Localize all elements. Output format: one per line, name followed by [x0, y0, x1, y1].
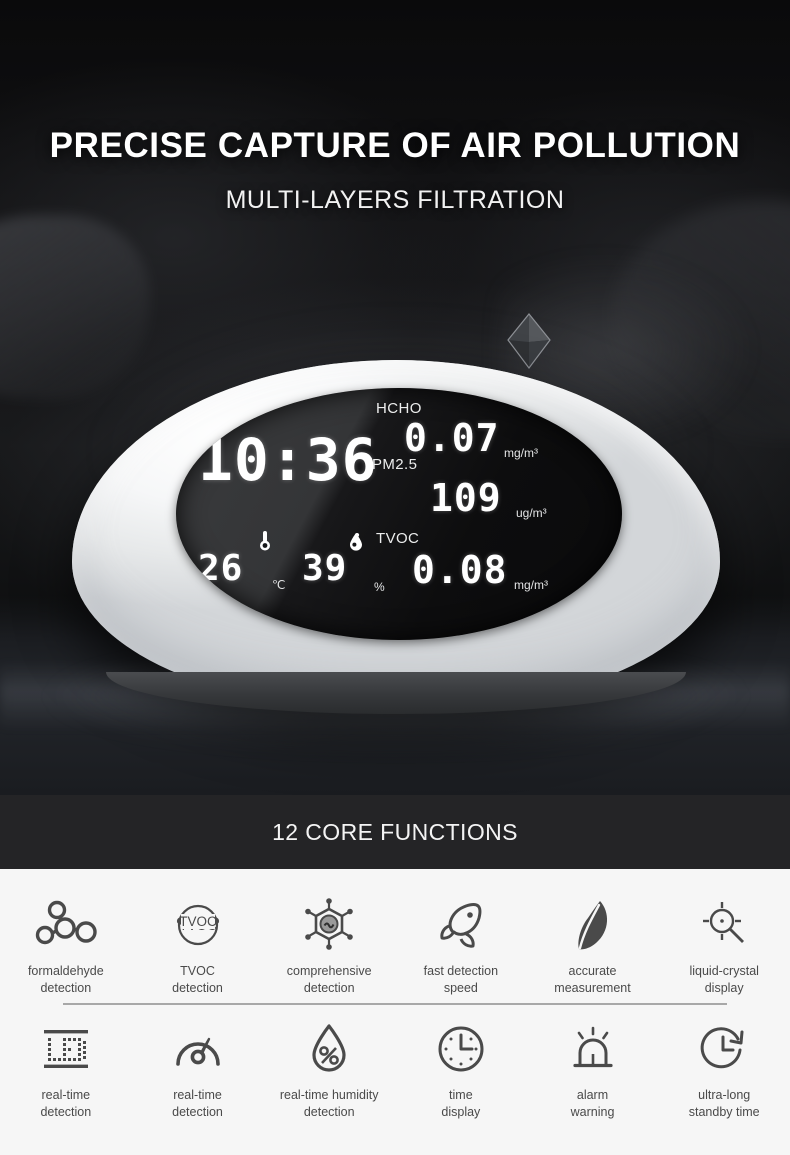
feature-label-line1: real-time — [41, 1088, 91, 1102]
lcd-humidity-value: 39 — [302, 548, 348, 589]
water-drop-icon — [348, 532, 364, 552]
feature-label: ultra-long standby time — [689, 1087, 760, 1121]
feature-label-line1: TVOC — [180, 964, 215, 978]
air-quality-monitor-device: PM 10:36 HCHO 0.07 mg/m³ PM2.5 109 ug/m³ — [38, 360, 754, 748]
product-page: PRECISE CAPTURE OF AIR POLLUTION MULTI-L… — [0, 0, 790, 1155]
feature-label-line2: measurement — [554, 981, 631, 995]
feature-accurate-measurement[interactable]: accurate measurement — [527, 885, 659, 997]
hero-section: PRECISE CAPTURE OF AIR POLLUTION MULTI-L… — [0, 0, 790, 795]
lcd-hcho-value: 0.07 — [404, 416, 500, 460]
lcd-hcho-label: HCHO — [376, 400, 422, 417]
feature-comprehensive-detection[interactable]: comprehensive detection — [263, 885, 395, 997]
feature-realtime-humidity-detection[interactable]: real-time humidity detection — [263, 1009, 395, 1121]
feature-label-line1: real-time humidity — [279, 1088, 379, 1102]
feature-label-line1: comprehensive — [286, 964, 372, 978]
feature-label-line2: detection — [172, 1105, 223, 1119]
feature-ultra-long-standby-time[interactable]: ultra-long standby time — [658, 1009, 790, 1121]
page-subtitle: MULTI-LAYERS FILTRATION — [225, 186, 565, 214]
feature-label-line1: ultra-long — [698, 1088, 751, 1102]
feature-label-line1: liquid-crystal — [689, 964, 759, 978]
feature-label-line2: display — [704, 981, 744, 995]
feature-fast-detection-speed[interactable]: fast detection speed — [395, 885, 527, 997]
feature-label-line2: warning — [570, 1105, 615, 1119]
leaf-icon — [570, 895, 616, 955]
feature-realtime-detection-led[interactable]: real-time detection — [0, 1009, 132, 1121]
feature-label: TVOC detection — [172, 963, 223, 997]
comprehensive-molecule-icon — [300, 895, 358, 955]
lcd-pm25-unit: ug/m³ — [516, 506, 547, 520]
lcd-temperature-value: 26 — [198, 548, 244, 589]
magnifier-rays-icon — [697, 895, 751, 955]
feature-tvoc-detection[interactable]: TVOC TVOC TVOC detection — [132, 885, 264, 997]
feature-label: fast detection speed — [424, 963, 498, 997]
lcd-hcho-unit: mg/m³ — [504, 446, 538, 460]
feature-label-line1: time — [449, 1088, 473, 1102]
alarm-beacon-icon — [568, 1019, 618, 1079]
lcd-tvoc-label: TVOC — [376, 530, 420, 547]
feature-liquid-crystal-display[interactable]: liquid-crystal display — [658, 885, 790, 997]
lcd-pm25-label: PM2.5 — [372, 456, 418, 473]
feature-label-line1: fast detection — [423, 964, 499, 978]
features-divider — [63, 1003, 727, 1005]
feature-label-line1: formaldehyde — [27, 964, 104, 978]
feature-label: real-time detection — [40, 1087, 91, 1121]
feature-label: liquid-crystal display — [689, 963, 758, 997]
lcd-readout: PM 10:36 HCHO 0.07 mg/m³ PM2.5 109 ug/m³ — [176, 388, 622, 640]
feature-label: comprehensive detection — [287, 963, 372, 997]
led-matrix-icon — [40, 1019, 92, 1079]
lcd-time-value: 10:36 — [198, 426, 378, 494]
feature-alarm-warning[interactable]: alarm warning — [527, 1009, 659, 1121]
feature-label-line2: detection — [303, 981, 355, 995]
thermometer-icon — [258, 530, 272, 552]
svg-text:TVOC: TVOC — [179, 914, 217, 929]
feature-label: real-time detection — [172, 1087, 223, 1121]
feature-label-line1: alarm — [576, 1088, 609, 1102]
formaldehyde-molecule-icon — [35, 895, 97, 955]
feature-formaldehyde-detection[interactable]: formaldehyde detection — [0, 885, 132, 997]
feature-label-line2: detection — [40, 1105, 92, 1119]
tvoc-orbit-icon: TVOC TVOC — [169, 895, 227, 955]
gauge-icon — [171, 1019, 225, 1079]
feature-label-line1: real-time — [173, 1088, 222, 1102]
rocket-icon — [434, 895, 488, 955]
feature-label: alarm warning — [571, 1087, 615, 1121]
clock-arrow-icon — [698, 1019, 750, 1079]
feature-label-line1: accurate — [568, 964, 617, 978]
lcd-humidity-unit: % — [374, 580, 385, 594]
feature-label-line2: standby time — [688, 1105, 760, 1119]
feature-time-display[interactable]: time display — [395, 1009, 527, 1121]
feature-label: time display — [441, 1087, 480, 1121]
feature-label-line2: detection — [303, 1105, 355, 1119]
feature-label: accurate measurement — [554, 963, 630, 997]
feature-label-line2: detection — [172, 981, 223, 995]
lcd-pm-label: PM — [204, 408, 228, 425]
core-functions-banner: 12 CORE FUNCTIONS — [0, 795, 790, 869]
feature-realtime-detection-gauge[interactable]: real-time detection — [132, 1009, 264, 1121]
features-row-1: formaldehyde detection TVOC TVOC detecti… — [0, 885, 790, 997]
lcd-tvoc-unit: mg/m³ — [514, 578, 548, 592]
banner-title: 12 CORE FUNCTIONS — [272, 818, 518, 845]
clock-icon — [436, 1019, 486, 1079]
feature-label: real-time humidity detection — [280, 1087, 379, 1121]
feature-label-line2: display — [441, 1105, 481, 1119]
humidity-drop-percent-icon — [306, 1019, 352, 1079]
lcd-screen: PM 10:36 HCHO 0.07 mg/m³ PM2.5 109 ug/m³ — [176, 388, 622, 640]
lcd-temperature-unit: ℃ — [272, 578, 286, 592]
feature-label-line2: detection — [40, 981, 92, 995]
lcd-pm25-value: 109 — [430, 476, 502, 520]
feature-label-line2: speed — [443, 981, 478, 995]
features-section: formaldehyde detection TVOC TVOC detecti… — [0, 869, 790, 1155]
page-title: PRECISE CAPTURE OF AIR POLLUTION — [49, 126, 741, 165]
features-row-2: real-time detection real-time detection — [0, 1009, 790, 1121]
feature-label: formaldehyde detection — [28, 963, 104, 997]
lcd-tvoc-value: 0.08 — [412, 548, 508, 592]
